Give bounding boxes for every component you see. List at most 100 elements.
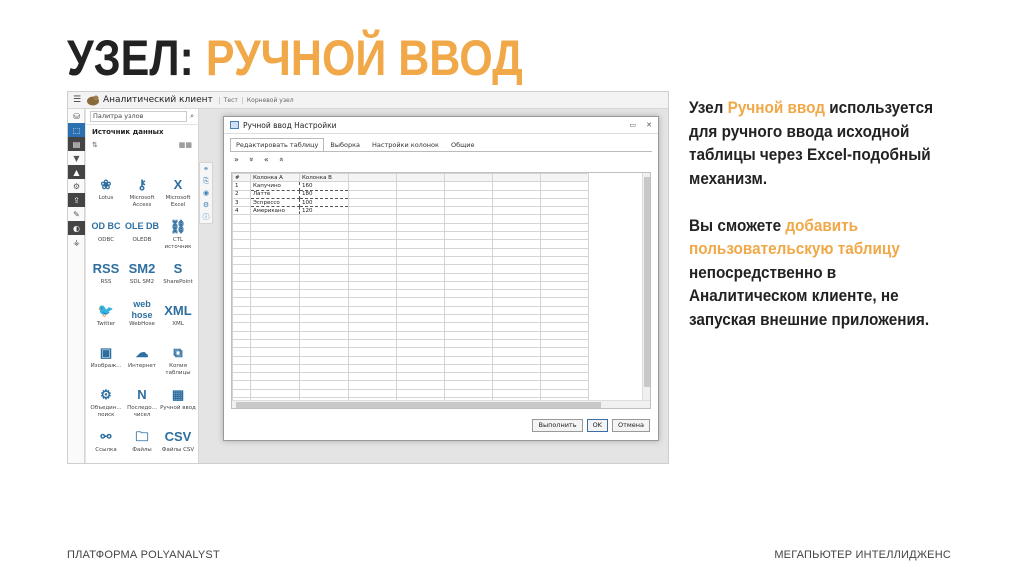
table-cell[interactable]: [396, 239, 445, 249]
palette-node-19[interactable]: 🗀 Файлы: [124, 425, 160, 463]
table-cell[interactable]: [348, 363, 397, 374]
hamburger-menu-icon[interactable]: ☰: [68, 95, 86, 105]
palette-node-1[interactable]: ⚷ Microsoft Access: [124, 173, 160, 215]
table-cell[interactable]: [299, 314, 349, 324]
table-cell[interactable]: [444, 372, 493, 382]
table-cell[interactable]: [444, 247, 493, 257]
table-cell[interactable]: [540, 189, 589, 199]
palette-node-16[interactable]: N Последо... чисел: [124, 383, 160, 425]
table-cell[interactable]: [492, 214, 541, 224]
table-cell[interactable]: [348, 181, 397, 191]
export-icon[interactable]: ⇪: [68, 193, 85, 207]
table-cell[interactable]: [540, 206, 589, 216]
table-cell[interactable]: [444, 206, 493, 216]
table-cell[interactable]: [250, 314, 300, 324]
table-cell[interactable]: [396, 314, 445, 324]
table-cell[interactable]: [396, 222, 445, 233]
move-up-icon[interactable]: «: [277, 157, 286, 162]
text-icon[interactable]: ✎: [68, 207, 85, 221]
table-row[interactable]: [232, 272, 589, 282]
table-cell[interactable]: [540, 197, 589, 208]
palette-node-12[interactable]: ▣ Изображ...: [88, 341, 124, 383]
table-cell[interactable]: [232, 280, 251, 291]
table-cell[interactable]: [396, 305, 445, 316]
table-cell[interactable]: [396, 214, 445, 224]
search-icon[interactable]: ⌕: [190, 112, 194, 121]
table-cell[interactable]: [444, 181, 493, 191]
model-icon[interactable]: ◐: [68, 221, 85, 235]
table-row[interactable]: [232, 314, 589, 324]
table-cell[interactable]: [250, 214, 300, 224]
table-cell[interactable]: [299, 231, 349, 241]
table-cell[interactable]: [492, 330, 541, 340]
table-cell[interactable]: [492, 338, 541, 349]
table-cell[interactable]: [232, 372, 251, 382]
table-cell[interactable]: [250, 247, 300, 257]
tab-sampling[interactable]: Выборка: [324, 138, 366, 151]
table-cell[interactable]: [492, 355, 541, 365]
table-cell[interactable]: [540, 330, 589, 340]
vertical-scrollbar[interactable]: [642, 173, 650, 402]
table-cell[interactable]: [348, 264, 397, 274]
filter-icon[interactable]: ▼: [68, 151, 85, 165]
table-row[interactable]: [232, 247, 589, 257]
table-cell[interactable]: [348, 222, 397, 233]
table-cell[interactable]: [250, 388, 300, 399]
table-cell[interactable]: 180: [299, 189, 349, 199]
table-cell[interactable]: [396, 338, 445, 349]
table-cell[interactable]: [299, 355, 349, 365]
column-header-empty[interactable]: [396, 173, 445, 183]
column-header[interactable]: Колонка B: [299, 173, 349, 183]
table-cell[interactable]: [540, 338, 589, 349]
palette-node-15[interactable]: ⚙ Объедин... поиск: [88, 383, 124, 425]
table-row[interactable]: 2 Латте 180: [232, 189, 589, 199]
table-cell[interactable]: [540, 372, 589, 382]
table-cell[interactable]: [348, 280, 397, 291]
table-cell[interactable]: [299, 239, 349, 249]
table-cell[interactable]: [492, 314, 541, 324]
table-cell[interactable]: [232, 305, 251, 316]
breadcrumb-project[interactable]: Тест: [218, 96, 242, 104]
table-cell[interactable]: [492, 231, 541, 241]
table-cell[interactable]: [492, 222, 541, 233]
table-icon[interactable]: ▤: [68, 137, 85, 151]
table-cell[interactable]: [492, 372, 541, 382]
table-cell[interactable]: [299, 280, 349, 291]
table-cell[interactable]: [299, 388, 349, 399]
table-cell[interactable]: [540, 388, 589, 399]
breadcrumb-root-node[interactable]: Корневой узел: [241, 96, 298, 104]
table-cell[interactable]: [348, 338, 397, 349]
palette-node-2[interactable]: X Microsoft Excel: [160, 173, 196, 215]
table-cell[interactable]: [348, 272, 397, 282]
horizontal-scrollbar[interactable]: [232, 400, 650, 408]
table-cell[interactable]: [492, 197, 541, 208]
table-cell[interactable]: [444, 239, 493, 249]
palette-category[interactable]: Источник данных: [86, 125, 198, 139]
table-cell[interactable]: [232, 214, 251, 224]
table-cell[interactable]: [540, 380, 589, 390]
table-cell[interactable]: [444, 255, 493, 266]
table-cell[interactable]: [444, 280, 493, 291]
column-header-empty[interactable]: [444, 173, 493, 183]
table-row[interactable]: [232, 363, 589, 374]
table-cell[interactable]: [250, 289, 300, 299]
table-cell[interactable]: [396, 189, 445, 199]
table-cell[interactable]: [232, 255, 251, 266]
palette-icon[interactable]: ⬚: [68, 123, 85, 137]
table-cell[interactable]: [540, 289, 589, 299]
table-cell[interactable]: [250, 239, 300, 249]
table-cell[interactable]: [492, 264, 541, 274]
table-row[interactable]: [232, 347, 589, 357]
table-cell[interactable]: 100: [299, 197, 349, 208]
table-cell[interactable]: [396, 372, 445, 382]
table-cell[interactable]: [396, 272, 445, 282]
table-row[interactable]: 4 Американо 120: [232, 206, 589, 216]
table-cell[interactable]: Капучино: [250, 181, 300, 191]
table-cell[interactable]: [396, 264, 445, 274]
table-cell[interactable]: [348, 380, 397, 390]
table-cell[interactable]: [492, 289, 541, 299]
palette-node-0[interactable]: ❀ Lotus: [88, 173, 124, 215]
table-cell[interactable]: [492, 305, 541, 316]
table-cell[interactable]: [348, 231, 397, 241]
table-cell[interactable]: [444, 214, 493, 224]
